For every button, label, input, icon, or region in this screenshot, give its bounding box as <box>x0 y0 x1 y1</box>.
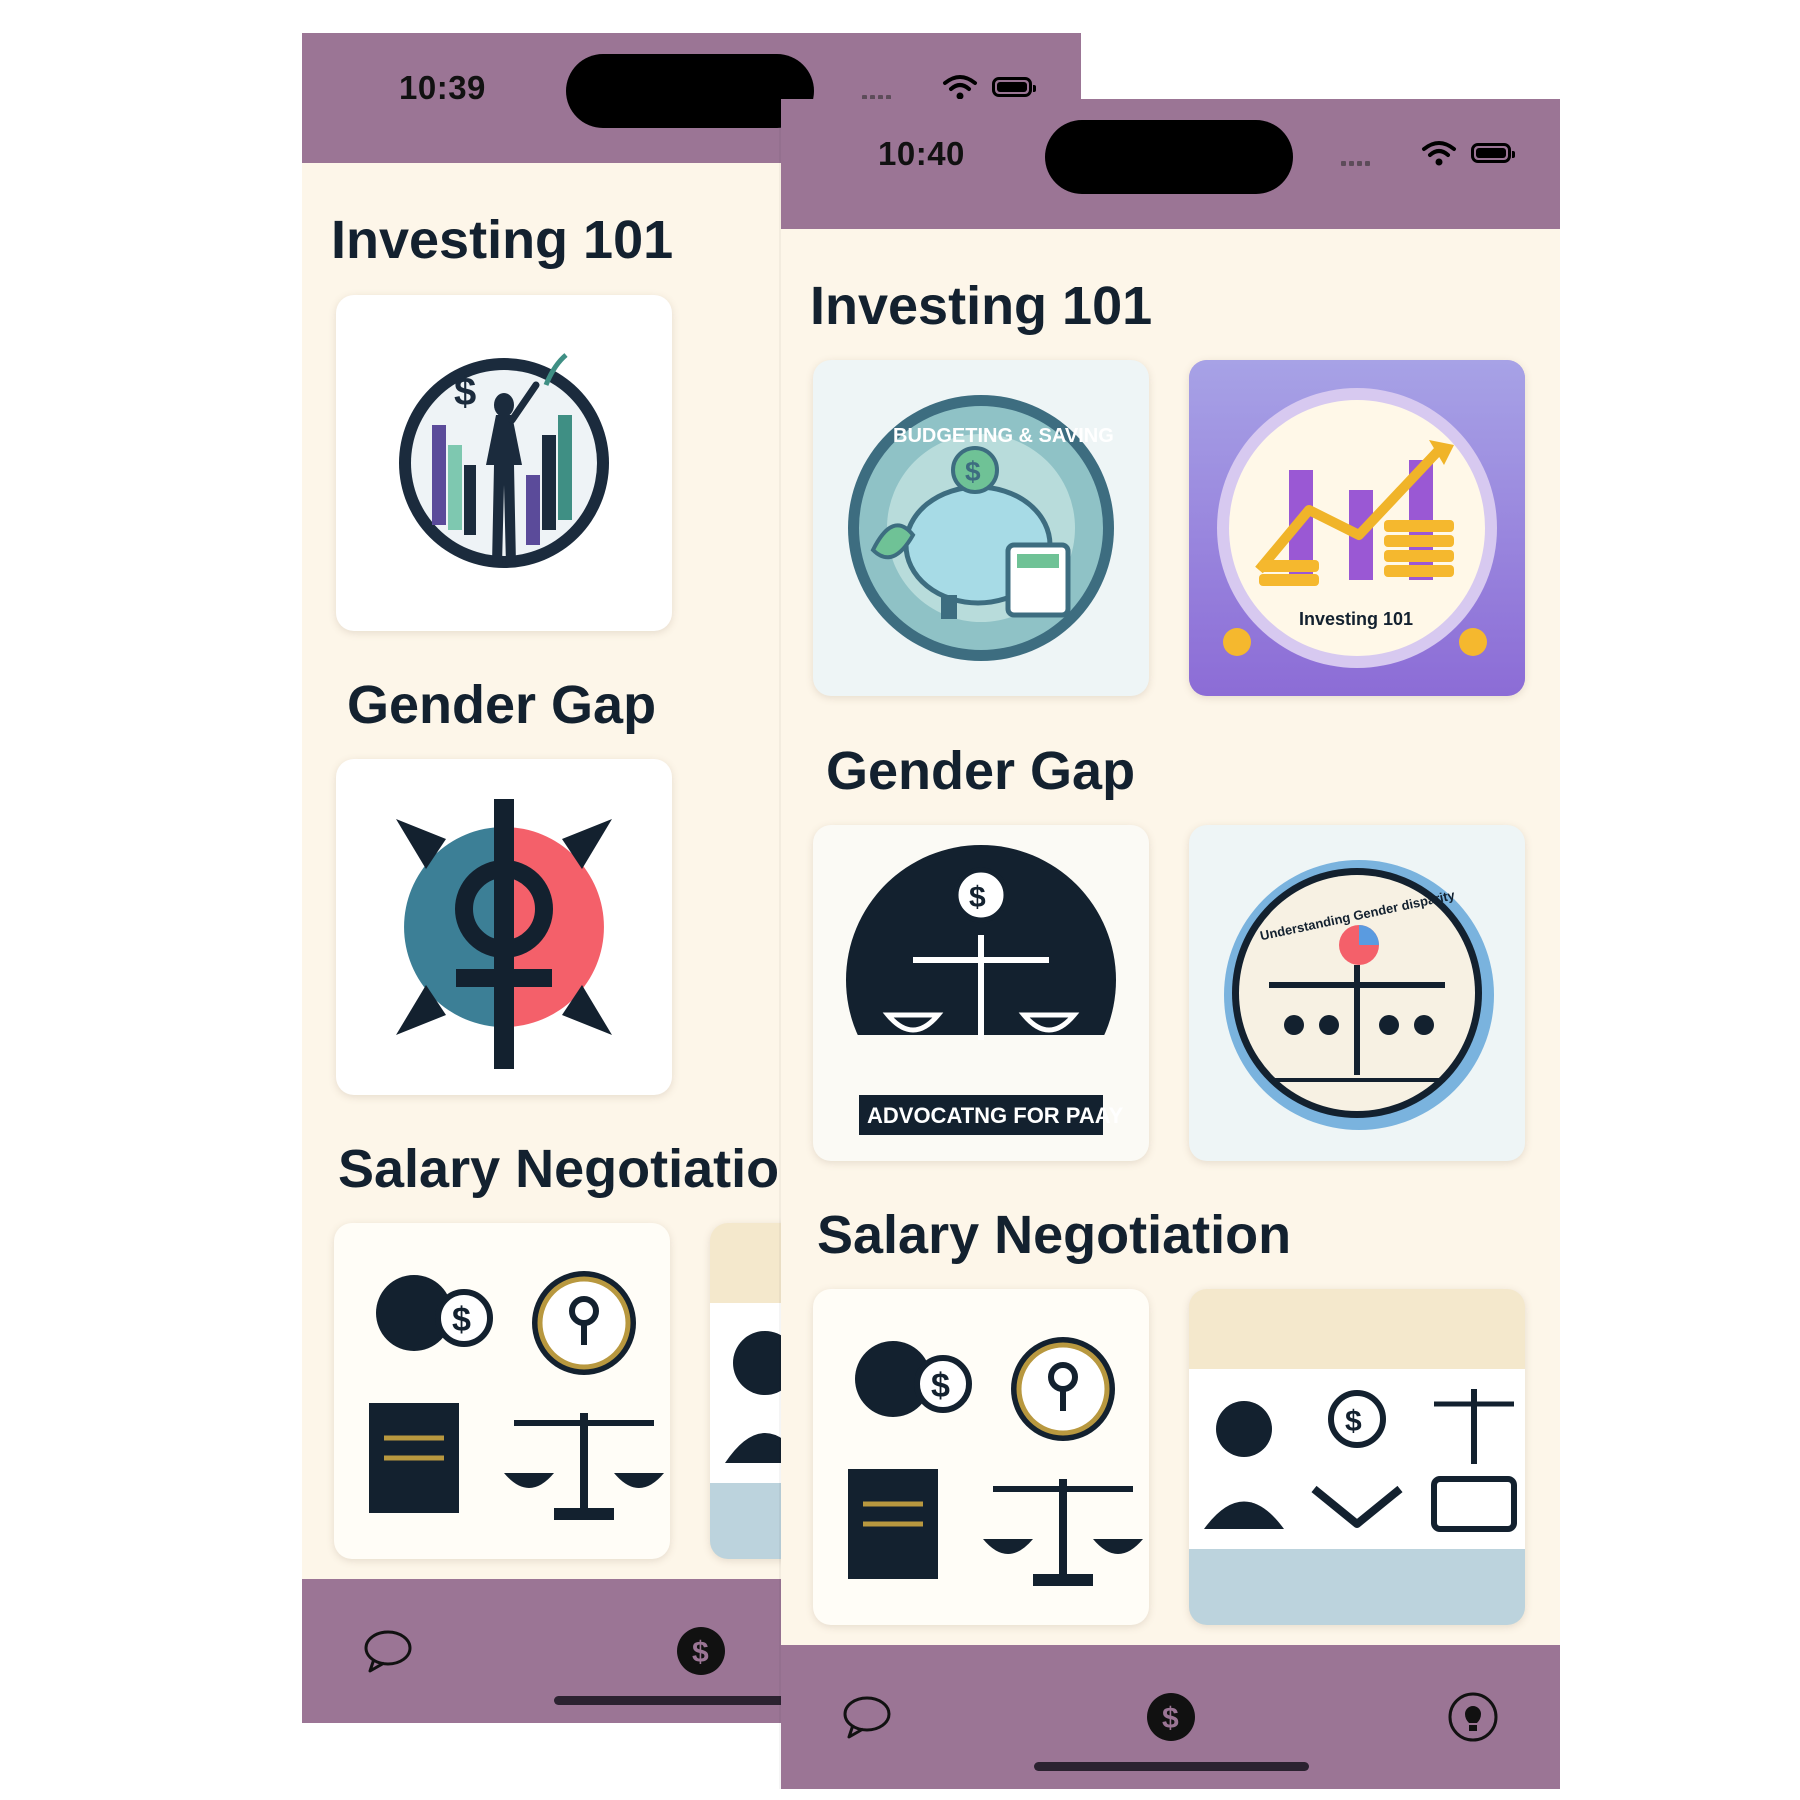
chat-icon[interactable] <box>362 1625 414 1677</box>
chat-icon[interactable] <box>841 1691 893 1743</box>
course-card-gender-disparity[interactable]: Understanding Gender disparity <box>1189 825 1525 1161</box>
section-title-investing: Investing 101 <box>331 210 674 270</box>
woman-chart-logo-icon: $ <box>399 353 609 568</box>
section-title-gender-gap: Gender Gap <box>347 675 657 735</box>
screen-1040: 10:40 Investing 101 BUDGETING & SAVING $ <box>781 99 1560 1789</box>
lightbulb-icon[interactable] <box>1447 1691 1499 1743</box>
gender-disparity-badge-icon: Understanding Gender disparity <box>1224 860 1494 1130</box>
svg-text:$: $ <box>692 1636 709 1669</box>
svg-text:$: $ <box>1162 1702 1179 1735</box>
course-card-salary[interactable]: $ <box>334 1223 670 1559</box>
course-card-budgeting[interactable]: BUDGETING & SAVING $ <box>813 360 1149 696</box>
section-title-salary: Salary Negotiation <box>817 1205 1292 1265</box>
advocating-caption: ADVOCATNG FOR PAAY <box>867 1103 1124 1128</box>
svg-text:$: $ <box>965 456 981 487</box>
dynamic-island <box>566 54 814 128</box>
course-card-salary-2[interactable]: $ <box>1189 1289 1525 1625</box>
svg-text:$: $ <box>454 370 476 414</box>
section-title-investing: Investing 101 <box>810 276 1153 336</box>
gender-symbol-logo-icon <box>396 799 612 1069</box>
dollar-icon[interactable]: $ <box>1145 1691 1197 1743</box>
course-card-salary[interactable]: $ <box>813 1289 1149 1625</box>
status-time: 10:39 <box>399 69 486 106</box>
budgeting-saving-badge-icon: BUDGETING & SAVING $ <box>848 395 1114 661</box>
svg-text:$: $ <box>969 881 986 914</box>
status-bar: 10:40 <box>781 99 1560 229</box>
investing-caption: Investing 101 <box>1299 609 1413 629</box>
advocating-pay-badge-icon: $ ADVOCATNG FOR PAAY <box>843 845 1124 1135</box>
battery-icon <box>1471 143 1515 163</box>
dynamic-island <box>1045 120 1293 194</box>
svg-text:$: $ <box>452 1301 471 1339</box>
svg-text:$: $ <box>931 1367 950 1405</box>
signal-icon <box>1341 153 1373 171</box>
home-indicator <box>1034 1762 1309 1771</box>
svg-text:$: $ <box>1345 1405 1362 1438</box>
investing-chart-badge-icon: Investing 101 <box>1189 360 1525 696</box>
wifi-icon <box>1422 141 1456 166</box>
negotiation-strip-icon: $ <box>1189 1369 1525 1625</box>
course-card-gender-gap[interactable] <box>336 759 672 1095</box>
dollar-icon[interactable]: $ <box>675 1625 727 1677</box>
negotiation-icons-icon: $ <box>369 1271 664 1520</box>
course-card-investing-101[interactable]: Investing 101 <box>1189 360 1525 696</box>
battery-icon <box>992 77 1036 97</box>
course-card-advocating-pay[interactable]: $ ADVOCATNG FOR PAAY <box>813 825 1149 1161</box>
tab-bar: $ <box>781 1645 1560 1789</box>
course-card-investing[interactable]: $ <box>336 295 672 631</box>
section-title-gender-gap: Gender Gap <box>826 741 1136 801</box>
wifi-icon <box>943 75 977 100</box>
budgeting-caption: BUDGETING & SAVING <box>893 425 1114 447</box>
status-time: 10:40 <box>878 135 965 172</box>
negotiation-icons-icon: $ <box>848 1337 1143 1586</box>
section-title-salary: Salary Negotiation <box>338 1139 813 1199</box>
